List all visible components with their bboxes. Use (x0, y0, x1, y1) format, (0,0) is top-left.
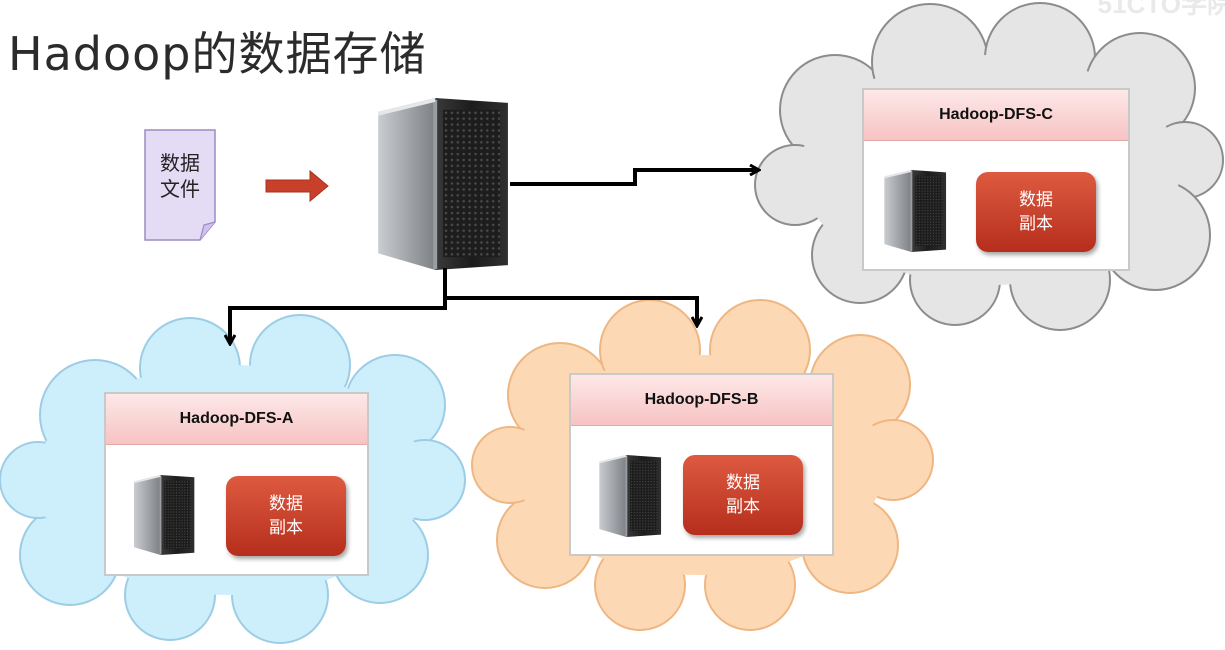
replica-line2: 副本 (726, 497, 760, 517)
main-server-icon (378, 98, 508, 270)
node-title-dfs-c: Hadoop-DFS-C (864, 90, 1128, 141)
data-file-label: 数据 文件 (145, 150, 215, 202)
red-arrow-icon (265, 169, 329, 203)
replica-line2: 副本 (269, 518, 303, 538)
server-icon (599, 455, 662, 537)
node-card-dfs-c: Hadoop-DFS-C 数据 副本 (862, 88, 1130, 271)
replica-line1: 数据 (1019, 190, 1053, 210)
node-card-dfs-b: Hadoop-DFS-B 数据 副本 (569, 373, 834, 556)
replica-line1: 数据 (269, 494, 303, 514)
node-title-dfs-b: Hadoop-DFS-B (571, 375, 832, 426)
data-file-line2: 文件 (160, 177, 200, 201)
server-icon (134, 475, 195, 555)
replica-line1: 数据 (726, 473, 760, 493)
data-file-line1: 数据 (160, 151, 200, 175)
node-title-dfs-a: Hadoop-DFS-A (106, 394, 367, 445)
node-card-dfs-a: Hadoop-DFS-A 数据 副本 (104, 392, 369, 576)
replica-block-dfs-b: 数据 副本 (683, 455, 803, 535)
arrow-to-dfs-c (510, 170, 758, 186)
replica-block-dfs-a: 数据 副本 (226, 476, 346, 556)
replica-block-dfs-c: 数据 副本 (976, 172, 1096, 252)
server-icon (884, 170, 947, 252)
replica-line2: 副本 (1019, 214, 1053, 234)
